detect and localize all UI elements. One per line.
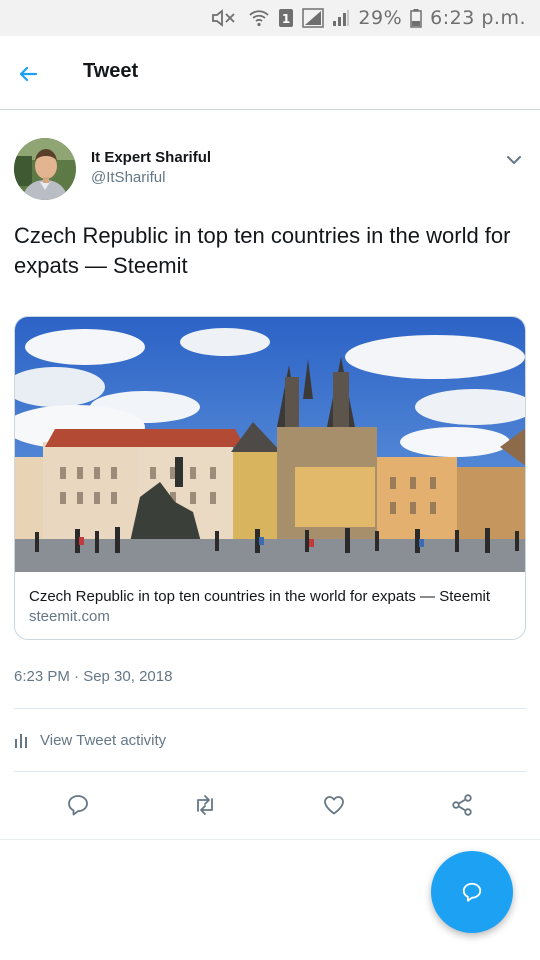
card-title: Czech Republic in top ten countries in t… (29, 588, 491, 605)
divider (14, 771, 526, 772)
signal-icon-2 (332, 8, 350, 28)
author-name[interactable]: It Expert Shariful (91, 149, 211, 166)
back-button[interactable] (10, 56, 46, 92)
status-icons: 1 29% 6:23 p.m. (210, 6, 526, 30)
activity-label: View Tweet activity (40, 731, 167, 749)
author-handle[interactable]: @ItShariful (91, 169, 165, 186)
signal-icon (302, 8, 325, 28)
compose-reply-icon (462, 882, 482, 902)
view-tweet-activity-link[interactable]: View Tweet activity (14, 724, 166, 756)
avatar[interactable] (14, 138, 76, 200)
sim-icon: 1 (278, 8, 294, 28)
retweet-button[interactable] (191, 791, 219, 819)
battery-icon (410, 8, 422, 28)
like-icon (324, 796, 344, 815)
tweet-author-row: It Expert Shariful @ItShariful (14, 138, 526, 200)
compose-reply-button[interactable] (431, 851, 513, 933)
wifi-icon (248, 8, 270, 28)
tweet-menu-button[interactable] (502, 148, 526, 172)
tweet-text: Czech Republic in top ten countries in t… (14, 223, 511, 278)
like-button[interactable] (320, 791, 348, 819)
page-title: Tweet (83, 60, 139, 82)
battery-percent: 29% (358, 7, 403, 29)
top-app-bar: Tweet (0, 36, 540, 110)
card-domain: steemit.com (29, 608, 110, 625)
reply-icon (68, 795, 88, 816)
activity-bars-icon (15, 734, 27, 748)
share-button[interactable] (448, 791, 476, 819)
retweet-icon (197, 795, 213, 815)
tweet-timestamp: 6:23 PM · Sep 30, 2018 (14, 668, 173, 685)
divider (14, 708, 526, 709)
card-image (15, 317, 525, 572)
tweet-action-bar (14, 785, 526, 825)
svg-text:1: 1 (282, 12, 290, 26)
link-card[interactable]: Czech Republic in top ten countries in t… (14, 316, 526, 640)
clock: 6:23 p.m. (430, 7, 526, 29)
chevron-down-icon (507, 156, 521, 164)
status-bar: 1 29% 6:23 p.m. (0, 0, 540, 36)
divider (0, 839, 540, 840)
mute-icon (210, 8, 240, 28)
back-arrow-icon (19, 66, 38, 82)
reply-button[interactable] (64, 791, 92, 819)
share-icon (452, 794, 472, 816)
